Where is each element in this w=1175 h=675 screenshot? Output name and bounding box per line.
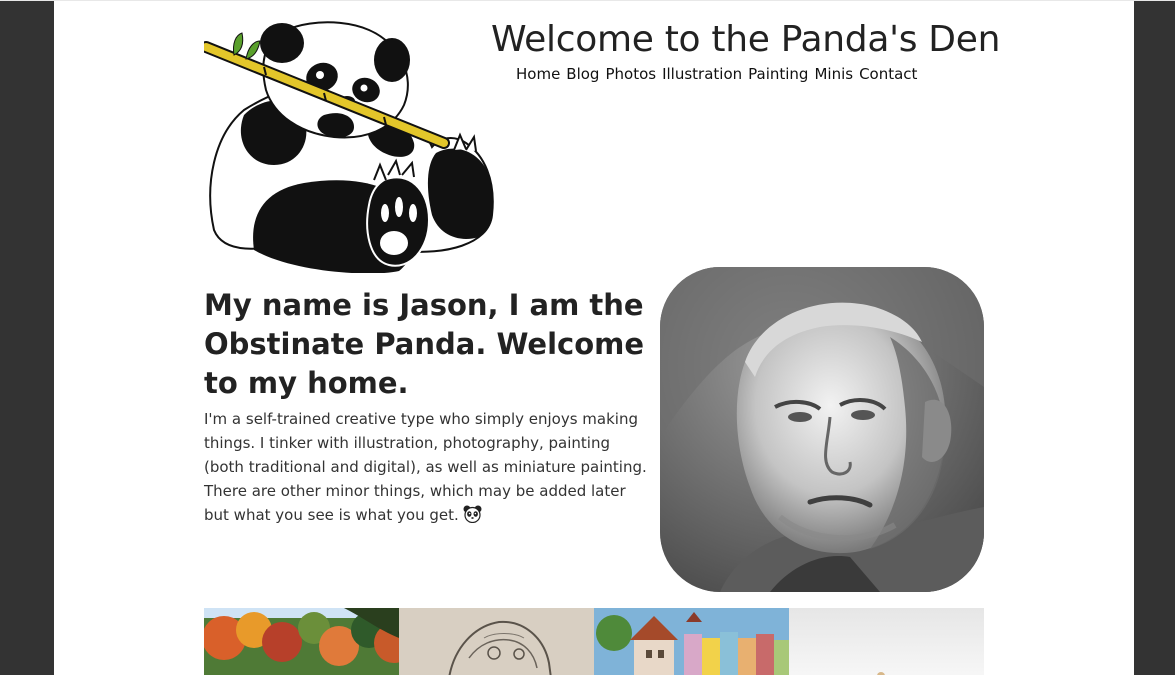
gallery-thumb-mini[interactable] [789, 608, 984, 675]
grayscale-portrait-painting [660, 267, 984, 592]
mini-photo [789, 608, 984, 675]
nav-painting[interactable]: Painting [748, 65, 808, 83]
site-title: Welcome to the Panda's Den [491, 19, 1001, 60]
nav-contact[interactable]: Contact [859, 65, 917, 83]
nav-minis[interactable]: Minis [814, 65, 853, 83]
gallery-strip [204, 608, 984, 675]
autumn-forest-photo [204, 608, 399, 675]
page-container: Welcome to the Panda's Den Home Blog Pho… [54, 1, 1134, 675]
town-painting [594, 608, 789, 675]
main-nav: Home Blog Photos Illustration Painting M… [516, 65, 917, 83]
intro-text: I'm a self-trained creative type who sim… [204, 407, 652, 530]
gallery-thumb-town-painting[interactable] [594, 608, 789, 675]
panda-eating-bamboo-icon [200, 21, 494, 274]
nav-home[interactable]: Home [516, 65, 560, 83]
site-logo[interactable] [200, 15, 496, 274]
panda-face-icon [463, 505, 482, 530]
gallery-thumb-autumn-forest[interactable] [204, 608, 399, 675]
sketch-illustration [399, 608, 594, 675]
intro-heading: My name is Jason, I am the Obstinate Pan… [204, 288, 645, 400]
nav-photos[interactable]: Photos [605, 65, 656, 83]
gallery-thumb-sketch[interactable] [399, 608, 594, 675]
portrait-image [660, 267, 984, 592]
nav-blog[interactable]: Blog [566, 65, 599, 83]
intro-body: I'm a self-trained creative type who sim… [204, 410, 647, 524]
nav-illustration[interactable]: Illustration [662, 65, 742, 83]
